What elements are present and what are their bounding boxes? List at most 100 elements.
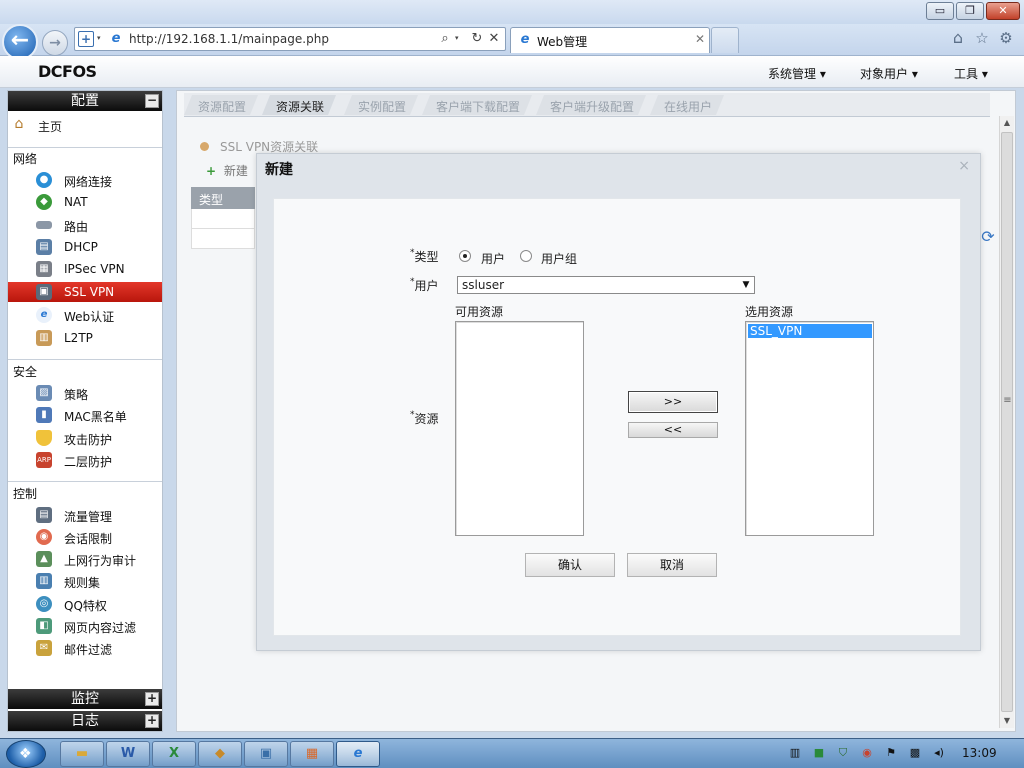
expand-icon[interactable]: + <box>145 714 159 728</box>
sidebar-item-session-limit[interactable]: ◉ 会话限制 <box>8 527 162 547</box>
refresh-page-icon[interactable]: ↻ <box>469 31 485 47</box>
taskbar-excel[interactable]: X <box>152 741 196 767</box>
available-resources-list[interactable] <box>455 321 584 536</box>
confirm-button[interactable]: 确认 <box>525 553 615 577</box>
sidebar-item-mail-filter[interactable]: ✉ 邮件过滤 <box>8 638 162 658</box>
taskbar-word[interactable]: W <box>106 741 150 767</box>
menu-system-management[interactable]: 系统管理 ▾ <box>768 65 826 82</box>
expand-icon[interactable]: + <box>145 692 159 706</box>
back-button[interactable]: ← <box>2 24 38 60</box>
sidebar-item-qq-privilege[interactable]: ◎ QQ特权 <box>8 594 162 614</box>
paint-icon: ◆ <box>215 746 225 761</box>
taskbar-app-5[interactable]: ▣ <box>244 741 288 767</box>
sidebar-item-traffic-management[interactable]: ▤ 流量管理 <box>8 505 162 525</box>
sidebar-header-log[interactable]: 日志 + <box>8 711 162 731</box>
sidebar-item-mac-blacklist[interactable]: ▮ MAC黑名单 <box>8 405 162 425</box>
refresh-icon[interactable]: ⟳ <box>979 228 997 246</box>
sidebar-item-dhcp[interactable]: ▤ DHCP <box>8 237 162 257</box>
user-select[interactable]: ssluser ▼ <box>457 276 755 294</box>
scroll-up-icon[interactable]: ▲ <box>1000 116 1014 130</box>
grid-header-type[interactable]: 类型 <box>191 187 255 209</box>
scroll-down-icon[interactable]: ▼ <box>1000 714 1014 728</box>
selected-resources-list[interactable]: SSL_VPN <box>745 321 874 536</box>
chevron-down-icon[interactable]: ▼ <box>738 277 754 293</box>
menu-tools[interactable]: 工具 ▾ <box>954 65 988 82</box>
scroll-thumb[interactable] <box>1001 132 1013 712</box>
tab-client-upgrade-config[interactable]: 客户端升级配置 <box>536 95 646 115</box>
favorites-star-icon[interactable]: ☆ <box>974 30 990 46</box>
tab-client-download-config[interactable]: 客户端下载配置 <box>422 95 532 115</box>
address-bar[interactable]: + ▾ e http://192.168.1.1/mainpage.php ⌕ … <box>74 27 506 51</box>
new-tab-button[interactable] <box>711 27 739 53</box>
arrow-left-icon: ← <box>10 28 30 53</box>
search-dropdown-icon[interactable]: ▾ <box>455 34 459 42</box>
new-button[interactable]: + 新建 <box>206 162 248 179</box>
tray-green-icon[interactable]: ■ <box>812 746 826 760</box>
compat-view-icon[interactable]: + <box>78 31 94 47</box>
remove-resource-button[interactable]: << <box>628 422 718 438</box>
home-icon[interactable]: ⌂ <box>950 30 966 46</box>
list-item[interactable]: SSL_VPN <box>748 324 872 338</box>
home-icon: ⌂ <box>14 116 24 132</box>
taskbar-app-4[interactable]: ◆ <box>198 741 242 767</box>
cancel-button[interactable]: 取消 <box>627 553 717 577</box>
maximize-button[interactable]: ❐ <box>956 2 984 20</box>
sidebar-item-ssl-vpn[interactable]: ▣ SSL VPN <box>8 282 162 302</box>
gear-icon[interactable]: ⚙ <box>998 30 1014 46</box>
film-icon[interactable]: ▥ <box>788 746 802 760</box>
menu-object-user[interactable]: 对象用户 ▾ <box>860 65 918 82</box>
word-icon: W <box>120 746 136 761</box>
sidebar-item-home[interactable]: ⌂ 主页 <box>8 115 162 135</box>
sidebar-item-layer2-defense[interactable]: ARP 二层防护 <box>8 450 162 470</box>
tab-online-users[interactable]: 在线用户 <box>650 95 724 115</box>
sidebar-item-web-content-filter[interactable]: ◧ 网页内容过滤 <box>8 616 162 636</box>
table-row[interactable] <box>191 229 255 249</box>
clock[interactable]: 13:09 <box>962 746 997 760</box>
minimize-button[interactable]: ▭ <box>926 2 954 20</box>
forward-button[interactable]: → <box>42 30 68 56</box>
search-icon[interactable]: ⌕ <box>437 31 453 47</box>
address-text[interactable]: http://192.168.1.1/mainpage.php <box>129 32 329 46</box>
ie-tab-icon: e <box>520 32 530 47</box>
close-window-button[interactable]: ✕ <box>986 2 1020 20</box>
vertical-scrollbar[interactable]: ▲ ≡ ▼ <box>999 116 1014 728</box>
taskbar-app-6[interactable]: ▦ <box>290 741 334 767</box>
sidebar-item-web-auth[interactable]: e Web认证 <box>8 305 162 325</box>
sidebar-header-config[interactable]: 配置 − <box>8 91 162 111</box>
sidebar-item-nat[interactable]: ◆ NAT <box>8 192 162 212</box>
sidebar-item-behavior-audit[interactable]: ▲ 上网行为审计 <box>8 549 162 569</box>
browser-tab-active[interactable]: e Web管理 ✕ <box>510 27 710 53</box>
sidebar-item-l2tp[interactable]: ▥ L2TP <box>8 328 162 348</box>
stop-icon[interactable]: ✕ <box>486 31 502 47</box>
tab-resource-config[interactable]: 资源配置 <box>184 95 258 115</box>
tray-app-icon[interactable]: ◉ <box>860 746 874 760</box>
close-icon[interactable]: × <box>958 158 970 174</box>
sidebar-item-policy[interactable]: ▨ 策略 <box>8 383 162 403</box>
sidebar-item-rule-set[interactable]: ▥ 规则集 <box>8 571 162 591</box>
compat-dropdown-icon[interactable]: ▾ <box>97 34 101 42</box>
divider <box>8 147 162 148</box>
tab-instance-config[interactable]: 实例配置 <box>344 95 418 115</box>
flag-icon[interactable]: ⚑ <box>884 746 898 760</box>
qq-icon: ◎ <box>36 596 52 612</box>
ie-icon: e <box>36 307 52 323</box>
table-row[interactable] <box>191 209 255 229</box>
start-button[interactable]: ❖ <box>6 740 46 768</box>
add-resource-button[interactable]: >> <box>628 391 718 413</box>
radio-user[interactable] <box>459 250 471 262</box>
taskbar-ie[interactable]: e <box>336 741 380 767</box>
network-icon[interactable]: ▩ <box>908 746 922 760</box>
tab-close-icon[interactable]: ✕ <box>695 32 705 46</box>
sidebar-header-monitor[interactable]: 监控 + <box>8 689 162 709</box>
sidebar-item-ipsec-vpn[interactable]: ▦ IPSec VPN <box>8 259 162 279</box>
shield-icon[interactable]: ⛉ <box>836 746 850 760</box>
collapse-icon[interactable]: − <box>145 94 159 108</box>
radio-user-group[interactable] <box>520 250 532 262</box>
sidebar-item-route[interactable]: 路由 <box>8 215 162 235</box>
tab-resource-association[interactable]: 资源关联 <box>262 95 336 115</box>
taskbar-explorer[interactable]: ▬ <box>60 741 104 767</box>
sidebar-header-label: 日志 <box>71 713 99 729</box>
volume-icon[interactable]: ◂) <box>932 746 946 760</box>
sidebar-item-network-connection[interactable]: ● 网络连接 <box>8 170 162 190</box>
sidebar-item-attack-defense[interactable]: 攻击防护 <box>8 428 162 448</box>
